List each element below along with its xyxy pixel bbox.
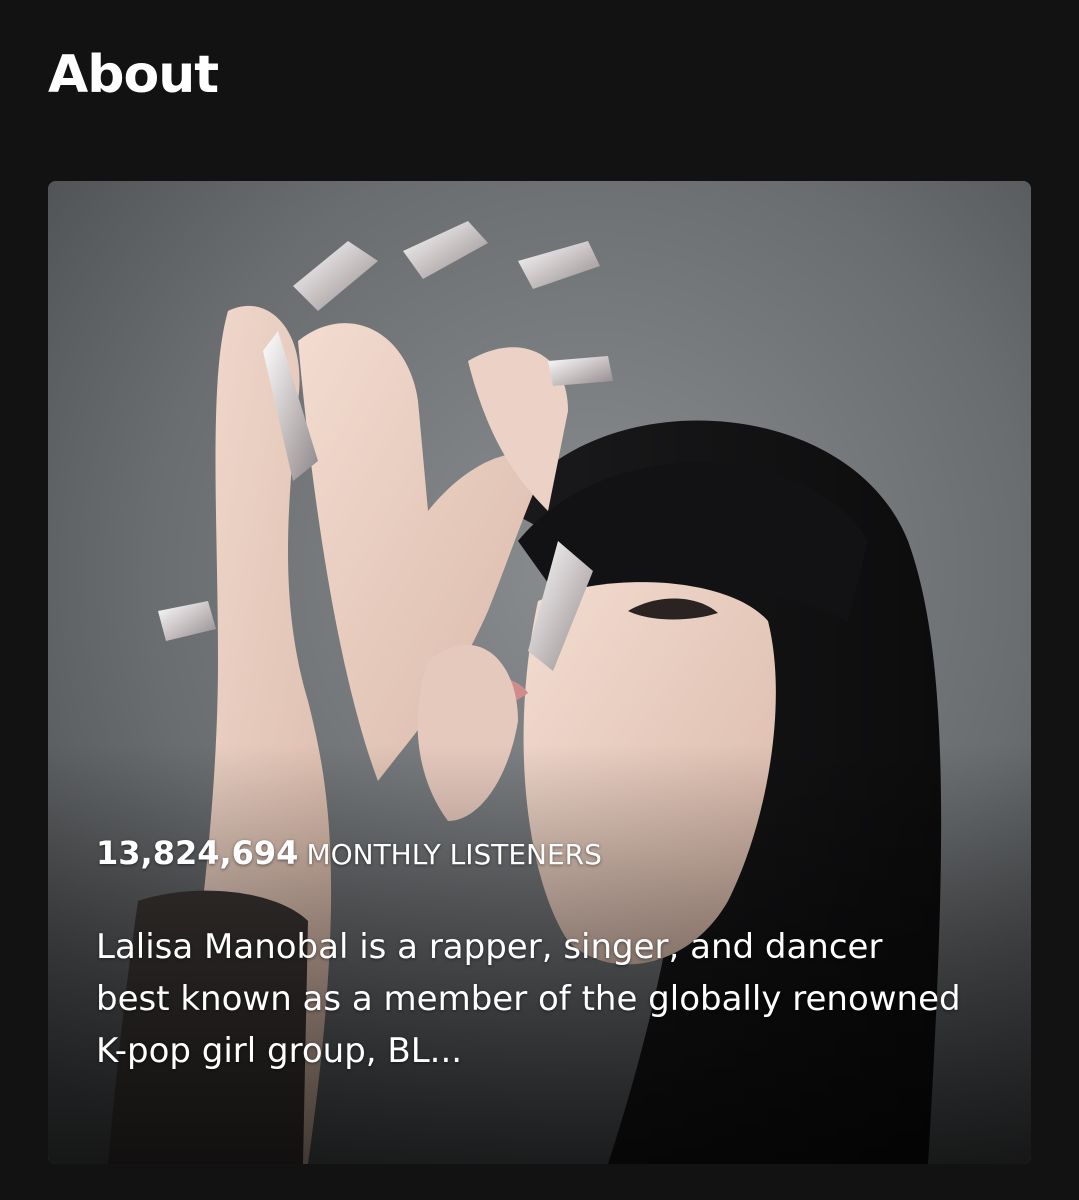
about-card[interactable]: 13,824,694 MONTHLY LISTENERS Lalisa Manob…: [48, 181, 1031, 1164]
section-title: About: [48, 45, 219, 105]
monthly-listeners: 13,824,694 MONTHLY LISTENERS: [96, 833, 602, 875]
monthly-listeners-count: 13,824,694: [96, 834, 299, 872]
monthly-listeners-label: MONTHLY LISTENERS: [306, 838, 602, 871]
about-screen: About 13,824,694 MONTHLY LISTENERS Lalis…: [0, 0, 1079, 1200]
artist-bio: Lalisa Manobal is a rapper, singer, and …: [96, 927, 961, 1071]
